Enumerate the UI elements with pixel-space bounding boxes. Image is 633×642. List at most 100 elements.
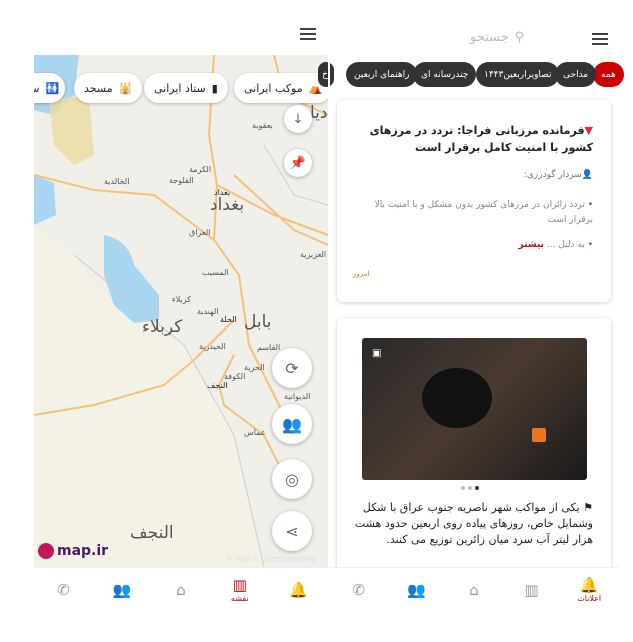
map-label: ديا (310, 103, 328, 123)
map-icon: ▥ (232, 576, 247, 594)
download-button[interactable]: ↓ (284, 105, 312, 133)
target-icon: ◎ (285, 469, 299, 489)
news-title: فرمانده مرزبانی فراجا: تردد در مرزهای کش… (369, 124, 593, 154)
map-label: العزيزية (300, 250, 327, 259)
map-label: الحيدرية (199, 342, 226, 351)
nav-phone[interactable]: ✆ (43, 581, 83, 599)
read-more-link[interactable]: بیشتر (519, 240, 544, 250)
map-label: كربلاء (142, 317, 183, 337)
filter-multimedia[interactable]: چندرسانه ای (413, 62, 477, 87)
menu-icon[interactable] (592, 33, 608, 45)
filter-chip-iranian-mawkib[interactable]: ⛺ موکب ایرانی (234, 73, 328, 103)
people-button[interactable]: 👥 (272, 404, 312, 444)
refresh-button[interactable]: ⟳ (272, 348, 312, 388)
pin-icon: 📌 (289, 155, 307, 171)
map-label: القاسم (257, 343, 281, 352)
search-placeholder: جستجو (470, 30, 509, 45)
map-label: النجف (207, 381, 228, 390)
bottom-nav-right: ✆ 👥 ⌂ ▥ 🔔 اعلانات (330, 567, 618, 611)
map-label: الفلوجة (169, 176, 194, 185)
triangle-icon: ▼ (584, 124, 593, 137)
arrow-down-icon: ↓ (292, 111, 304, 127)
filter-chip-mosque[interactable]: 🕌 مسجد (74, 73, 143, 103)
map-label: المسيب (202, 268, 229, 277)
nav-notifications[interactable]: 🔔 اعلانات (569, 576, 609, 603)
map-label: العراق (189, 228, 211, 237)
logo-text: map.ir (57, 543, 109, 559)
home-icon: ⌂ (176, 580, 186, 599)
news-text: یکی از مواکب شهر ناصریه جنوب عراق با شکل… (354, 501, 593, 546)
search-icon: ⚲ (514, 30, 525, 45)
chip-label: س (34, 82, 39, 95)
building-icon: ▮ (211, 81, 218, 95)
chip-label: مسجد (84, 81, 113, 95)
nav-label: نقشه (230, 594, 249, 603)
nav-map[interactable]: ▥ (512, 581, 552, 599)
nav-home[interactable]: ⌂ (161, 581, 201, 599)
home-icon: ⌂ (469, 580, 479, 599)
image-icon: ▣ (372, 348, 382, 359)
nav-phone[interactable]: ✆ (339, 581, 379, 599)
news-bullet: به دلیل ... (546, 240, 585, 250)
filter-more[interactable]: اخ (318, 62, 335, 87)
map-label: الحرية (244, 363, 265, 372)
news-author: سردار گودرزی: (523, 170, 582, 180)
map-label: بابل (244, 312, 272, 332)
map-view[interactable]: بعقوبة الكرمة الفلوجة الخالدية بغداد بغد… (34, 55, 328, 567)
people-icon: 👥 (407, 580, 426, 599)
nav-people[interactable]: 👥 (102, 581, 142, 599)
carousel-dots[interactable] (461, 486, 479, 490)
map-label: كربلاء (172, 295, 191, 304)
nav-people[interactable]: 👥 (396, 581, 436, 599)
phone-icon: ✆ (352, 580, 366, 599)
nav-home[interactable]: ⌂ (454, 581, 494, 599)
bottom-nav-left: ✆ 👥 ⌂ ▥ نقشه 🔔 (34, 567, 328, 611)
news-card[interactable]: ▣ ⚑ یکی از مواکب شهر ناصریه جنوب عراق با… (337, 318, 611, 578)
share-icon: ⋖ (285, 521, 299, 541)
map-label: الكوفة (224, 372, 246, 381)
map-label: بعقوبة (252, 121, 273, 130)
bell-icon: 🔔 (289, 580, 308, 599)
filter-chip-iranian-hq[interactable]: ▮ ستاد ایرانی (144, 73, 228, 103)
filter-maddahi[interactable]: مداحی (555, 62, 597, 87)
map-label: الخالدية (104, 177, 130, 186)
nav-notifications[interactable]: 🔔 (279, 581, 319, 599)
filter-arbaeen-guide[interactable]: راهنمای اربعین (346, 62, 418, 87)
restroom-icon: 🚻 (45, 81, 60, 95)
map-label: الكرمة (189, 165, 212, 174)
filter-chip-restroom[interactable]: 🚻س (34, 73, 66, 103)
news-date: امروز (353, 270, 370, 278)
map-label: الديوانية (284, 392, 311, 401)
filter-arbaeen-photos[interactable]: تصاویراربعین۱۴۴۳ (476, 62, 560, 87)
map-label: النجف (130, 523, 174, 543)
search-input[interactable]: جستجو ⚲ (470, 30, 524, 45)
flag-icon: ⚑ (579, 501, 593, 514)
people-icon: 👥 (282, 414, 302, 434)
person-icon: 👤 (581, 170, 593, 180)
chip-label: ستاد ایرانی (154, 81, 206, 95)
map-label: الحلة (220, 315, 237, 324)
menu-icon[interactable] (300, 28, 316, 40)
locate-button[interactable]: ◎ (272, 459, 312, 499)
divider (328, 55, 330, 610)
refresh-icon: ⟳ (285, 358, 299, 378)
nav-label: اعلانات (577, 594, 602, 603)
news-image[interactable]: ▣ (362, 338, 587, 480)
nav-map[interactable]: ▥ نقشه (220, 576, 260, 603)
map-label: بغداد (210, 195, 245, 215)
map-label: الهندية (197, 307, 219, 316)
chip-label: موکب ایرانی (244, 81, 303, 95)
phone-icon: ✆ (57, 580, 70, 599)
share-button[interactable]: ⋖ (272, 511, 312, 551)
people-icon: 👥 (112, 580, 132, 599)
map-label: غماس (244, 428, 266, 437)
pin-button[interactable]: 📌 (284, 149, 312, 177)
attribution: © Map © OpenStreetMap (226, 555, 317, 563)
bell-icon: 🔔 (579, 576, 599, 594)
mosque-icon: 🕌 (118, 81, 133, 95)
news-bullet: تردد زائران در مرزهای کشور بدون مشکل و ب… (374, 200, 593, 225)
map-ir-logo: map.ir (38, 543, 108, 559)
map-icon: ▥ (524, 580, 539, 599)
filter-all[interactable]: همه (593, 62, 624, 87)
news-card[interactable]: ▼فرمانده مرزبانی فراجا: تردد در مرزهای ک… (337, 100, 611, 302)
